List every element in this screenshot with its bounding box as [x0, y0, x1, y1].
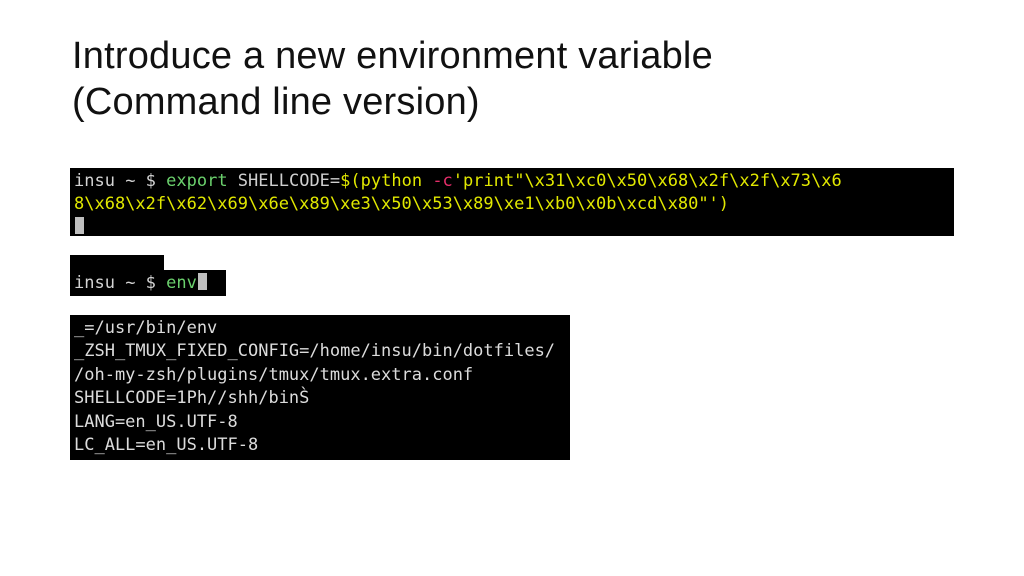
prompt-user-2: insu — [74, 273, 115, 293]
prompt-sep: ~ $ — [115, 171, 166, 191]
title-line-1: Introduce a new environment variable — [72, 35, 713, 77]
title-line-2: (Command line version) — [72, 81, 480, 123]
terminal-env-block: insu ~ $ env — [70, 270, 226, 296]
env-line-4: SHELLCODE=1Ph//shh/binS̀ — [74, 388, 309, 408]
terminal-export-block: insu ~ $ export SHELLCODE=$(python -c'pr… — [70, 168, 954, 236]
subst-open: $( — [340, 171, 360, 191]
env-line-5: LANG=en_US.UTF-8 — [74, 412, 238, 432]
shellcode-string-2: 8\x68\x2f\x62\x69\x6e\x89\xe3\x50\x53\x8… — [74, 194, 719, 214]
env-line-6: LC_ALL=en_US.UTF-8 — [74, 435, 258, 455]
export-keyword: export — [166, 171, 227, 191]
env-line-3: /oh-my-zsh/plugins/tmux/tmux.extra.conf — [74, 365, 473, 385]
cursor-block — [75, 217, 84, 234]
env-command: env — [166, 273, 197, 293]
var-name: SHELLCODE — [228, 171, 330, 191]
slide: Introduce a new environment variable (Co… — [0, 0, 1024, 576]
shellcode-string-1: 'print"\x31\xc0\x50\x68\x2f\x2f\x73\x6 — [453, 171, 842, 191]
env-line-1: _=/usr/bin/env — [74, 318, 217, 338]
flag-c: -c — [432, 171, 452, 191]
cursor-block-2 — [198, 273, 207, 290]
equals-sign: = — [330, 171, 340, 191]
prompt-sep-2: ~ $ — [115, 273, 166, 293]
terminal-env-output: _=/usr/bin/env _ZSH_TMUX_FIXED_CONFIG=/h… — [70, 315, 570, 460]
subst-close: ) — [719, 194, 729, 214]
env-line-2: _ZSH_TMUX_FIXED_CONFIG=/home/insu/bin/do… — [74, 341, 555, 361]
prompt-user: insu — [74, 171, 115, 191]
slide-title: Introduce a new environment variable (Co… — [72, 34, 952, 125]
python-cmd: python — [361, 171, 433, 191]
